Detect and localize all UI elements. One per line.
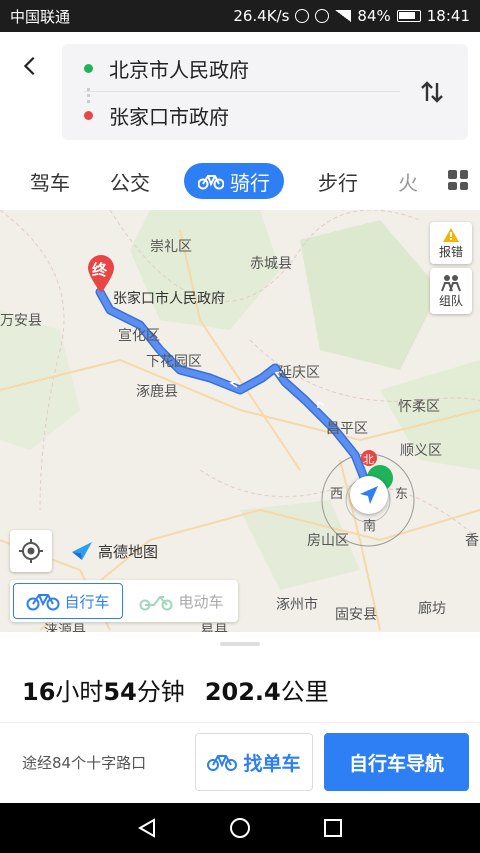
home-circle-icon[interactable] <box>229 817 251 839</box>
back-button[interactable] <box>14 50 46 82</box>
map-label-langfang: 廊坊 <box>418 601 446 617</box>
location-icon <box>295 9 310 23</box>
locate-me-button[interactable] <box>10 530 52 572</box>
recents-square-icon[interactable] <box>322 817 344 839</box>
back-triangle-icon[interactable] <box>136 817 158 839</box>
distance: 202.4公里 <box>205 672 329 707</box>
back-arrow-icon <box>23 56 35 76</box>
find-bike-label: 找单车 <box>243 752 301 775</box>
duration-minutes: 54 <box>103 678 137 706</box>
report-error-label: 报错 <box>438 244 463 259</box>
bicycle-icon <box>198 175 224 190</box>
signal-icon <box>335 10 352 22</box>
network-speed: 26.4K/s <box>233 7 290 25</box>
system-nav-bar <box>0 803 480 853</box>
transport-mode-tabs: 驾车 公交 骑行 步行 火 <box>0 152 480 210</box>
route-summary-sheet: 16小时54分钟 202.4公里 途经84个十字路口 找单车 自行车导航 <box>0 632 480 803</box>
duration-hours: 16 <box>22 678 56 706</box>
tab-bicycle[interactable]: 自行车 <box>13 583 123 619</box>
tab-bicycle-label: 自行车 <box>64 592 110 611</box>
map-label-huairou: 怀柔区 <box>398 399 440 415</box>
origin-field[interactable]: 北京市人民政府 <box>84 46 400 92</box>
scooter-icon <box>139 596 173 611</box>
map-label-xiahuayuan: 下花园区 <box>146 354 202 370</box>
duration: 16小时54分钟 <box>22 672 185 707</box>
end-marker[interactable]: 终 <box>86 254 116 294</box>
map-label-chongli: 崇礼区 <box>150 239 192 255</box>
duration-minutes-unit: 分钟 <box>136 678 185 706</box>
swap-icon <box>421 81 443 103</box>
map-label-fangshan: 房山区 <box>307 533 349 549</box>
find-bike-button[interactable]: 找单车 <box>195 733 313 791</box>
tab-ebike[interactable]: 电动车 <box>127 583 235 619</box>
map-label-xuanhua: 宣化区 <box>118 328 160 344</box>
team-icon <box>441 274 461 291</box>
warning-icon <box>443 227 459 242</box>
report-error-button[interactable]: 报错 <box>430 222 472 264</box>
map-label-wanan: 万安县 <box>0 313 42 329</box>
tab-train[interactable]: 火 <box>398 167 418 196</box>
navigation-arrow-icon <box>360 486 378 504</box>
distance-unit: 公里 <box>280 678 329 706</box>
map-label-changping: 昌平区 <box>326 421 368 437</box>
map-label-yanqing: 延庆区 <box>278 365 320 381</box>
tab-ebike-label: 电动车 <box>178 592 224 611</box>
sheet-drag-handle[interactable] <box>220 642 260 646</box>
map-label-zhuolu: 涿鹿县 <box>136 384 178 400</box>
team-label: 组队 <box>438 293 463 308</box>
team-button[interactable]: 组队 <box>430 268 472 314</box>
intersections-count: 途经84个十字路口 <box>22 754 147 772</box>
map-label-xiang: 香 <box>465 533 479 549</box>
status-bar: 中国联通 26.4K/s 84% 18:41 <box>0 0 480 32</box>
map-label-chicheng: 赤城县 <box>250 256 292 272</box>
origin-text: 北京市人民政府 <box>109 58 249 82</box>
eye-icon <box>315 9 330 23</box>
map-compass-south: 南 <box>363 519 377 534</box>
status-icons: 26.4K/s 84% 18:41 <box>233 7 470 25</box>
end-pin-label: 终 <box>92 261 108 279</box>
amap-logo-text: 高德地图 <box>98 542 159 561</box>
route-header: 北京市人民政府 张家口市政府 <box>0 32 480 152</box>
map-label-guan: 固安县 <box>335 607 377 623</box>
more-modes-grid-icon[interactable] <box>448 170 468 190</box>
map-compass-east: 东 <box>395 487 409 502</box>
swap-route-button[interactable] <box>414 74 450 110</box>
map-compass-west: 西 <box>330 487 344 502</box>
map-background <box>0 210 480 632</box>
bicycle-navigation-button[interactable]: 自行车导航 <box>324 733 469 791</box>
amap-logo-icon <box>72 542 92 560</box>
divider <box>0 722 480 723</box>
bicycle-icon <box>207 755 238 771</box>
origin-dot-icon <box>84 64 93 73</box>
tab-cycling[interactable]: 骑行 <box>184 163 284 199</box>
tab-walk[interactable]: 步行 <box>318 167 358 196</box>
destination-field[interactable]: 张家口市政府 <box>84 92 400 138</box>
bicycle-icon <box>26 594 60 611</box>
tab-transit[interactable]: 公交 <box>110 167 150 196</box>
distance-value: 202.4 <box>204 678 281 706</box>
map-label-zhuozhou: 涿州市 <box>276 597 318 613</box>
amap-logo: 高德地图 <box>70 540 158 562</box>
route-box: 北京市人民政府 张家口市政府 <box>62 44 468 140</box>
tab-drive[interactable]: 驾车 <box>30 167 70 196</box>
duration-hours-unit: 小时 <box>55 678 104 706</box>
map-label-zjk-gov: 张家口市人民政府 <box>113 291 225 307</box>
locate-icon <box>19 539 43 563</box>
destination-dot-icon <box>84 110 93 120</box>
current-location-marker <box>350 476 388 514</box>
route-summary: 16小时54分钟 202.4公里 <box>22 672 329 707</box>
clock: 18:41 <box>426 7 470 25</box>
destination-text: 张家口市政府 <box>109 104 229 129</box>
tab-cycling-label: 骑行 <box>230 170 270 195</box>
battery-icon <box>396 10 421 22</box>
vehicle-type-tabs: 自行车 电动车 <box>10 580 238 622</box>
map-label-shunyi: 顺义区 <box>400 443 442 459</box>
battery-percent: 84% <box>357 7 391 25</box>
carrier-label: 中国联通 <box>10 7 71 26</box>
map-start-north: 北 <box>363 453 374 466</box>
map-view[interactable]: 崇礼区 赤城县 张家口市人民政府 万安县 宣化区 下花园区 涿鹿县 延庆区 怀柔… <box>0 210 480 632</box>
